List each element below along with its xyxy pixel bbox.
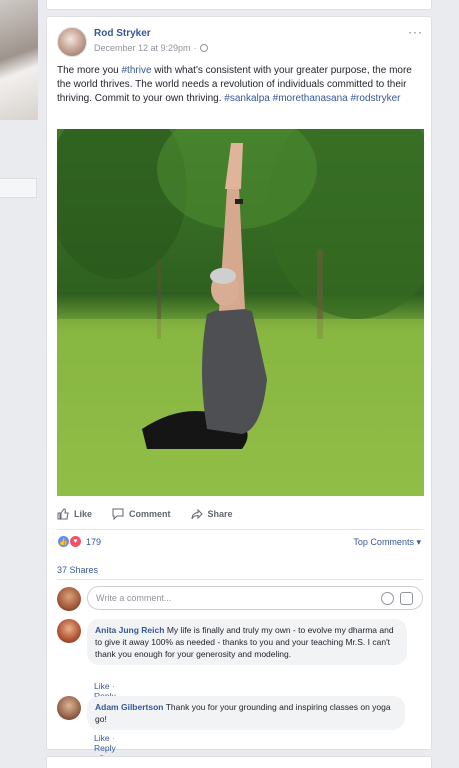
commenter-name[interactable]: Anita Jung Reich bbox=[95, 625, 164, 635]
post-text-segment: The more you bbox=[57, 65, 122, 76]
post-text: The more you #thrive with what's consist… bbox=[57, 64, 425, 106]
reaction-count: 179 bbox=[86, 536, 102, 547]
comment-bubble: Adam Gilbertson Thank you for your groun… bbox=[87, 696, 405, 730]
globe-icon[interactable] bbox=[199, 44, 208, 52]
hashtag-link[interactable]: #morethanasana bbox=[273, 93, 348, 104]
share-button[interactable]: Share bbox=[191, 508, 233, 520]
comment-input[interactable] bbox=[96, 593, 376, 603]
hashtag-link[interactable]: #rodstryker bbox=[351, 93, 401, 104]
commenter-avatar[interactable] bbox=[57, 696, 81, 720]
thumbs-up-icon bbox=[57, 508, 69, 520]
more-options-icon[interactable]: ··· bbox=[408, 25, 423, 39]
hashtag-link[interactable]: #sankalpa bbox=[224, 93, 270, 104]
comment-button[interactable]: Comment bbox=[112, 508, 171, 520]
next-post-edge bbox=[46, 756, 432, 768]
comment-reply-link[interactable]: Reply bbox=[94, 743, 116, 753]
smiley-icon[interactable] bbox=[381, 592, 394, 605]
chevron-down-icon: ▾ bbox=[416, 537, 421, 547]
love-reaction-icon: ♥ bbox=[69, 535, 82, 548]
post-card: Rod Stryker December 12 at 9:29pm · ··· … bbox=[46, 16, 432, 763]
comment-input-box[interactable] bbox=[87, 586, 423, 610]
reactions-summary[interactable]: 👍 ♥ 179 bbox=[57, 535, 101, 548]
comment-sort-dropdown[interactable]: Top Comments ▾ bbox=[353, 537, 421, 548]
sticker-icon[interactable] bbox=[400, 592, 413, 605]
actions-divider bbox=[57, 529, 423, 530]
shares-divider bbox=[57, 579, 423, 580]
left-column bbox=[0, 0, 40, 768]
speech-bubble-icon bbox=[112, 508, 124, 520]
commenter-avatar[interactable] bbox=[57, 619, 81, 643]
post-actions: Like Comment Share bbox=[57, 505, 423, 523]
post-timestamp[interactable]: December 12 at 9:29pm bbox=[94, 43, 191, 53]
profile-cover-photo[interactable] bbox=[0, 0, 38, 120]
comment-bubble: Anita Jung Reich My life is finally and … bbox=[87, 619, 407, 665]
comment-sort-label: Top Comments bbox=[353, 537, 414, 547]
comment-like-link[interactable]: Like bbox=[94, 681, 110, 691]
shares-count[interactable]: 37 Shares bbox=[57, 565, 98, 575]
meta-separator: · bbox=[193, 43, 197, 53]
commenter-name[interactable]: Adam Gilbertson bbox=[95, 702, 163, 712]
hashtag-link[interactable]: #thrive bbox=[121, 65, 151, 76]
share-label: Share bbox=[207, 509, 233, 519]
post-photo[interactable] bbox=[57, 129, 424, 496]
left-sidebar-box bbox=[0, 178, 37, 198]
comment-sep: · bbox=[111, 733, 115, 743]
like-label: Like bbox=[74, 509, 93, 519]
previous-post-edge bbox=[46, 0, 432, 10]
share-arrow-icon bbox=[191, 508, 203, 520]
like-button[interactable]: Like bbox=[57, 508, 92, 520]
comment-like-link[interactable]: Like bbox=[94, 733, 110, 743]
comment-sep: · bbox=[111, 681, 115, 691]
current-user-avatar[interactable] bbox=[57, 587, 81, 611]
author-name[interactable]: Rod Stryker bbox=[94, 28, 151, 39]
yoga-photo bbox=[57, 129, 424, 496]
author-avatar[interactable] bbox=[57, 27, 87, 57]
post-meta: December 12 at 9:29pm · bbox=[94, 43, 208, 53]
comment-label: Comment bbox=[129, 509, 171, 519]
